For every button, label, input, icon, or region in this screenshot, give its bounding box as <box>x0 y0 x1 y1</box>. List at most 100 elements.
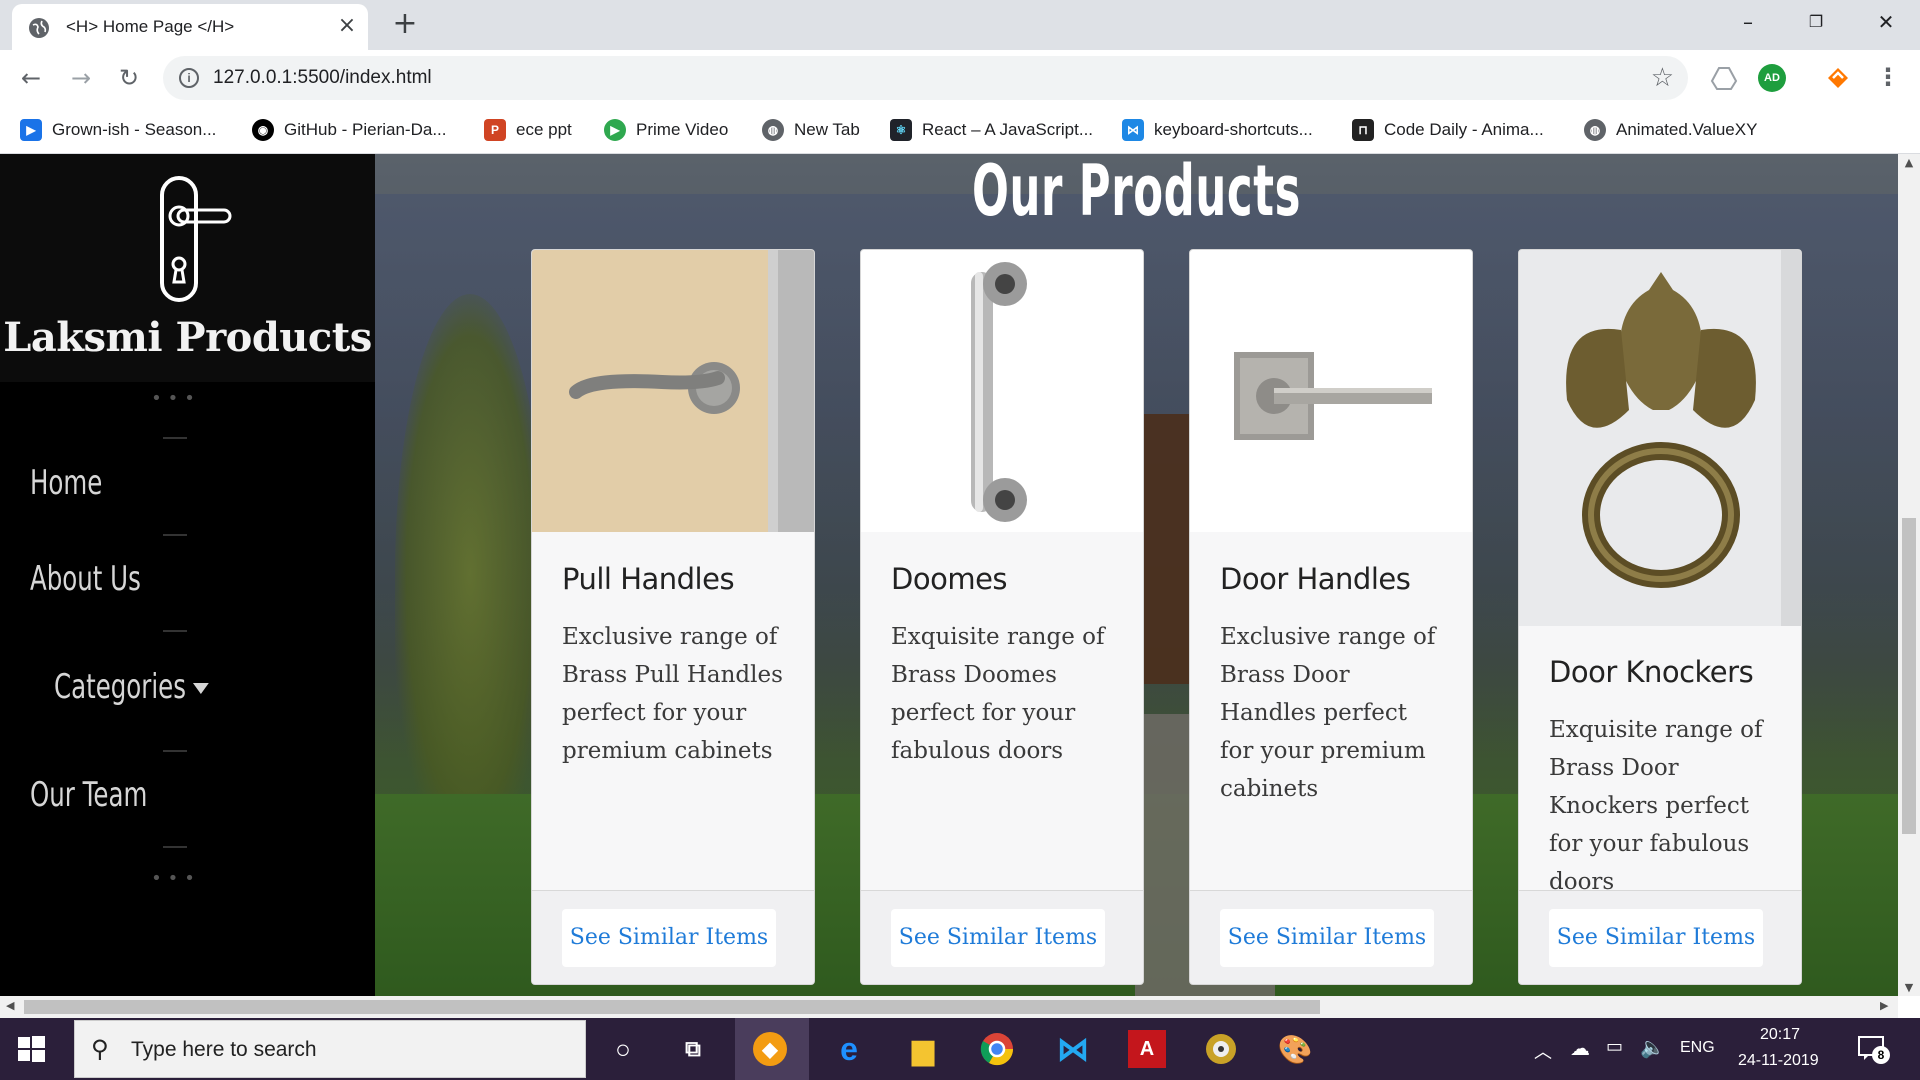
taskbar: ⚲ Type here to search ○ ⧉ ◆ e ▆ ⋈ A 🎨 ︿ … <box>0 1018 1920 1080</box>
bookmark-item[interactable]: ◉ GitHub - Pierian-Da... <box>252 116 447 144</box>
product-card-door-handles: Door Handles Exclusive range of Brass Do… <box>1189 249 1473 985</box>
forward-button[interactable]: → <box>64 62 98 96</box>
onedrive-icon[interactable]: ☁ <box>1570 1036 1590 1061</box>
acrobat-icon[interactable]: A <box>1128 1030 1166 1068</box>
scroll-left-icon[interactable]: ◀ <box>6 999 14 1012</box>
see-similar-items-button[interactable]: See Similar Items <box>562 909 776 967</box>
pull-handle-image <box>532 250 814 532</box>
bookmark-item[interactable]: ▶ Prime Video <box>604 116 728 144</box>
address-bar[interactable]: i 127.0.0.1:5500/index.html ☆ <box>163 56 1688 100</box>
card-body: Door Knockers Exquisite range of Brass D… <box>1519 655 1801 901</box>
github-icon: ◉ <box>252 119 274 141</box>
bookmark-item[interactable]: ⚛ React – A JavaScript... <box>890 116 1093 144</box>
new-tab-button[interactable]: + <box>390 9 420 40</box>
search-icon: ⚲ <box>91 1035 109 1063</box>
nav-divider <box>163 437 187 439</box>
restore-button[interactable]: ❐ <box>1796 6 1836 38</box>
reload-button[interactable]: ↻ <box>112 62 146 96</box>
card-title: Pull Handles <box>562 562 735 596</box>
bookmark-item[interactable]: ⊓ Code Daily - Anima... <box>1352 116 1544 144</box>
bookmark-item[interactable]: ◍ Animated.ValueXY <box>1584 116 1757 144</box>
product-card-doomes: Doomes Exquisite range of Brass Doomes p… <box>860 249 1144 985</box>
bookmark-star-icon[interactable]: ☆ <box>1651 63 1674 93</box>
cortana-icon[interactable]: ○ <box>604 1030 642 1068</box>
door-handle-logo-icon <box>160 176 232 302</box>
door-handle-image <box>1190 250 1472 532</box>
avast-browser-icon[interactable]: ◆ <box>753 1032 787 1066</box>
bookmark-item[interactable]: ◍ New Tab <box>762 116 860 144</box>
media-player-icon[interactable] <box>1202 1030 1240 1068</box>
volume-icon[interactable]: 🔈 <box>1640 1035 1665 1060</box>
card-body: Pull Handles Exclusive range of Brass Pu… <box>532 562 814 770</box>
product-card-pull-handles: Pull Handles Exclusive range of Brass Pu… <box>531 249 815 985</box>
avast-extension-icon[interactable] <box>1824 64 1852 92</box>
task-view-icon[interactable]: ⧉ <box>674 1030 712 1068</box>
chrome-icon[interactable] <box>978 1030 1016 1068</box>
card-title: Door Knockers <box>1549 655 1754 689</box>
scroll-up-icon[interactable]: ▲ <box>1898 156 1920 169</box>
clock-date[interactable]: 24-11-2019 <box>1738 1052 1819 1070</box>
see-similar-items-button[interactable]: See Similar Items <box>891 909 1105 967</box>
windows-start-icon[interactable] <box>16 1034 46 1064</box>
horizontal-scrollbar[interactable]: ◀ ▶ <box>0 996 1898 1018</box>
vscode-icon: ⋈ <box>1122 119 1144 141</box>
nav-about-us[interactable]: About Us <box>30 559 141 599</box>
edge-icon[interactable]: e <box>830 1030 868 1068</box>
card-footer: See Similar Items <box>532 890 814 984</box>
door-knocker-image <box>1519 250 1801 626</box>
back-button[interactable]: ← <box>14 62 48 96</box>
nav-categories[interactable]: Categories <box>54 667 209 707</box>
nav-divider <box>163 846 187 848</box>
close-window-button[interactable]: ✕ <box>1866 6 1906 38</box>
scroll-thumb[interactable] <box>24 1000 1320 1014</box>
paint-icon[interactable]: 🎨 <box>1276 1030 1314 1068</box>
card-footer: See Similar Items <box>1519 890 1801 984</box>
caret-down-icon <box>193 683 209 694</box>
brand-name: Laksmi Products <box>3 314 372 361</box>
browser-tab[interactable]: <H> Home Page </H> × <box>12 4 368 50</box>
url-text[interactable]: 127.0.0.1:5500/index.html <box>213 67 432 89</box>
minimize-button[interactable]: – <box>1728 6 1768 38</box>
taskbar-search[interactable]: ⚲ Type here to search <box>74 1020 586 1078</box>
clock-time[interactable]: 20:17 <box>1760 1026 1800 1044</box>
bookmark-item[interactable]: P ece ppt <box>484 116 572 144</box>
show-hidden-icons-icon[interactable]: ︿ <box>1534 1038 1552 1064</box>
bookmark-item[interactable]: ▶ Grown-ish - Season... <box>20 116 216 144</box>
close-tab-icon[interactable]: × <box>336 15 358 37</box>
extension-badge-icon[interactable]: AD <box>1758 64 1786 92</box>
scroll-right-icon[interactable]: ▶ <box>1880 999 1888 1012</box>
bookmark-item[interactable]: ⋈ keyboard-shortcuts... <box>1122 116 1313 144</box>
battery-icon[interactable]: ▭ <box>1606 1036 1623 1057</box>
card-text: Exclusive range of Brass Pull Handles pe… <box>562 624 783 764</box>
see-similar-items-button[interactable]: See Similar Items <box>1220 909 1434 967</box>
product-card-door-knockers: Door Knockers Exquisite range of Brass D… <box>1518 249 1802 985</box>
file-explorer-icon[interactable]: ▆ <box>904 1030 942 1068</box>
nav-divider <box>163 534 187 536</box>
card-text: Exquisite range of Brass Doomes perfect … <box>891 624 1105 764</box>
vscode-icon[interactable]: ⋈ <box>1054 1030 1092 1068</box>
nav-categories-label: Categories <box>54 667 186 707</box>
see-similar-items-button[interactable]: See Similar Items <box>1549 909 1763 967</box>
info-icon[interactable]: i <box>179 68 199 88</box>
sidebar: Laksmi Products ••• Home About Us Catego… <box>0 154 375 996</box>
drive-extension-icon[interactable] <box>1710 64 1738 92</box>
nav-home[interactable]: Home <box>30 463 102 503</box>
scroll-thumb[interactable] <box>1902 518 1916 834</box>
doome-handle-image <box>861 250 1143 532</box>
search-placeholder: Type here to search <box>131 1038 317 1061</box>
notification-icon[interactable]: 8 <box>1856 1032 1890 1064</box>
dots-divider-icon: ••• <box>151 868 201 889</box>
bookmarks-bar: ▶ Grown-ish - Season... ◉ GitHub - Pieri… <box>0 106 1920 154</box>
brand[interactable]: Laksmi Products <box>0 154 375 382</box>
tab-strip: <H> Home Page </H> × + – ❐ ✕ <box>0 0 1920 50</box>
browser-menu-icon[interactable]: ⋮ <box>1876 62 1900 96</box>
vertical-scrollbar[interactable]: ▲ ▼ <box>1898 154 1920 996</box>
card-footer: See Similar Items <box>1190 890 1472 984</box>
scroll-down-icon[interactable]: ▼ <box>1898 981 1920 994</box>
nav-our-team[interactable]: Our Team <box>30 775 147 815</box>
language-indicator[interactable]: ENG <box>1680 1039 1715 1057</box>
play-icon: ▶ <box>20 119 42 141</box>
card-text: Exquisite range of Brass Door Knockers p… <box>1549 717 1763 895</box>
tab-title: <H> Home Page </H> <box>66 17 235 36</box>
notification-count: 8 <box>1872 1046 1890 1064</box>
